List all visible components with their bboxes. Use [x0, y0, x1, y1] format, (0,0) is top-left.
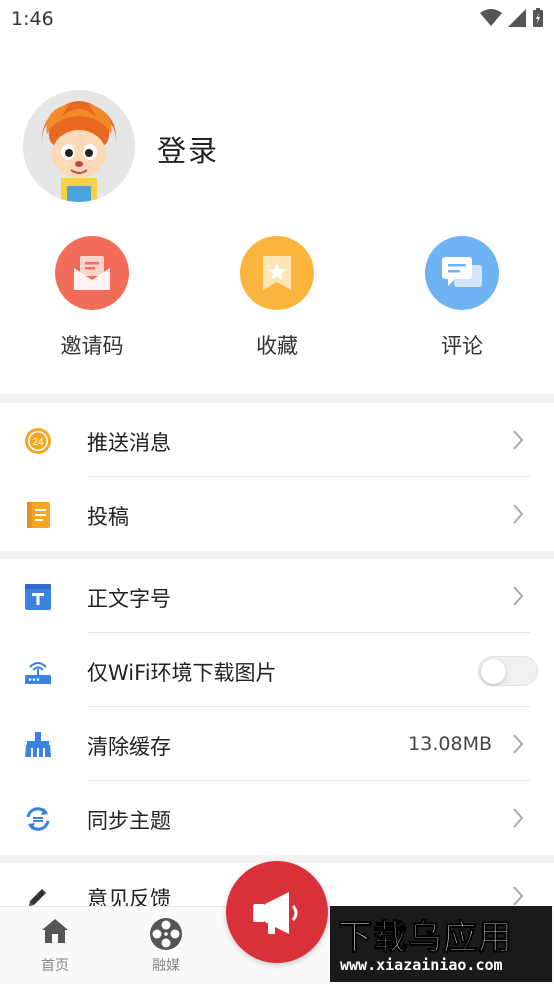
bookmark-icon — [263, 256, 291, 290]
menu-sync-theme[interactable]: 同步主题 — [0, 781, 554, 855]
home-icon — [42, 919, 68, 943]
broom-icon — [24, 731, 52, 759]
tab-media-label: 融媒 — [152, 958, 180, 974]
signal-icon — [508, 9, 526, 27]
invite-code-circle — [55, 236, 129, 310]
menu-wifi-only-images: 仅WiFi环境下载图片 — [0, 633, 554, 707]
profile-header[interactable]: 登录 — [0, 90, 554, 202]
invite-code-button[interactable]: 邀请码 — [17, 236, 167, 361]
tab-media[interactable]: 融媒 — [126, 917, 206, 975]
invite-code-label: 邀请码 — [60, 334, 124, 358]
chevron-right-icon — [513, 808, 524, 828]
favorites-label: 收藏 — [256, 334, 298, 358]
comments-label: 评论 — [441, 334, 483, 358]
megaphone-icon — [253, 892, 298, 934]
comments-button[interactable]: 评论 — [387, 236, 537, 361]
section-separator — [0, 394, 554, 403]
status-time: 1:46 — [11, 8, 54, 30]
menu-feedback-label: 意见反馈 — [87, 887, 171, 906]
menu-push-messages-label: 推送消息 — [87, 431, 171, 455]
comments-circle — [425, 236, 499, 310]
font-size-icon — [24, 583, 52, 611]
watermark-url: www.xiazainiao.com — [340, 956, 503, 974]
login-link[interactable]: 登录 — [157, 128, 219, 170]
menu-clear-cache-label: 清除缓存 — [87, 735, 171, 759]
menu-font-size-label: 正文字号 — [87, 587, 171, 611]
cache-size-value: 13.08MB — [408, 733, 492, 755]
tab-home[interactable]: 首页 — [15, 917, 95, 975]
wifi-icon — [480, 9, 502, 26]
comment-icon — [442, 257, 482, 287]
avatar[interactable] — [23, 90, 135, 202]
chevron-right-icon — [513, 886, 524, 906]
menu-submit[interactable]: 投稿 — [0, 477, 554, 551]
menu-font-size[interactable]: 正文字号 — [0, 559, 554, 633]
megaphone-fab[interactable] — [226, 861, 328, 963]
section-separator — [0, 551, 554, 559]
favorites-circle — [240, 236, 314, 310]
lion-mascot-icon — [23, 90, 135, 202]
push-24-icon: 24 — [24, 427, 52, 455]
menu-clear-cache[interactable]: 清除缓存 13.08MB — [0, 707, 554, 781]
wifi-router-icon — [24, 657, 52, 685]
svg-text:24: 24 — [32, 437, 44, 448]
pencil-icon — [24, 883, 52, 906]
wifi-only-toggle[interactable] — [478, 656, 538, 686]
chevron-right-icon — [513, 586, 524, 606]
status-bar: 1:46 — [0, 0, 554, 38]
watermark-logo: 下载乌应用 www.xiazainiao.com — [330, 906, 552, 982]
notebook-icon — [24, 501, 52, 529]
chevron-right-icon — [513, 430, 524, 450]
film-reel-icon — [150, 918, 182, 950]
chevron-right-icon — [513, 504, 524, 524]
watermark-title: 下载乌应用 — [338, 918, 513, 959]
toggle-knob — [481, 659, 506, 684]
tab-home-label: 首页 — [41, 958, 69, 974]
chevron-right-icon — [513, 734, 524, 754]
menu-sync-theme-label: 同步主题 — [87, 809, 171, 833]
menu-submit-label: 投稿 — [87, 505, 129, 529]
status-icons — [480, 8, 544, 28]
mail-icon — [74, 256, 110, 290]
menu-wifi-only-label: 仅WiFi环境下载图片 — [87, 661, 277, 685]
battery-icon — [533, 8, 543, 27]
sync-icon — [24, 805, 52, 833]
menu-push-messages[interactable]: 24 推送消息 — [0, 403, 554, 477]
favorites-button[interactable]: 收藏 — [202, 236, 352, 361]
